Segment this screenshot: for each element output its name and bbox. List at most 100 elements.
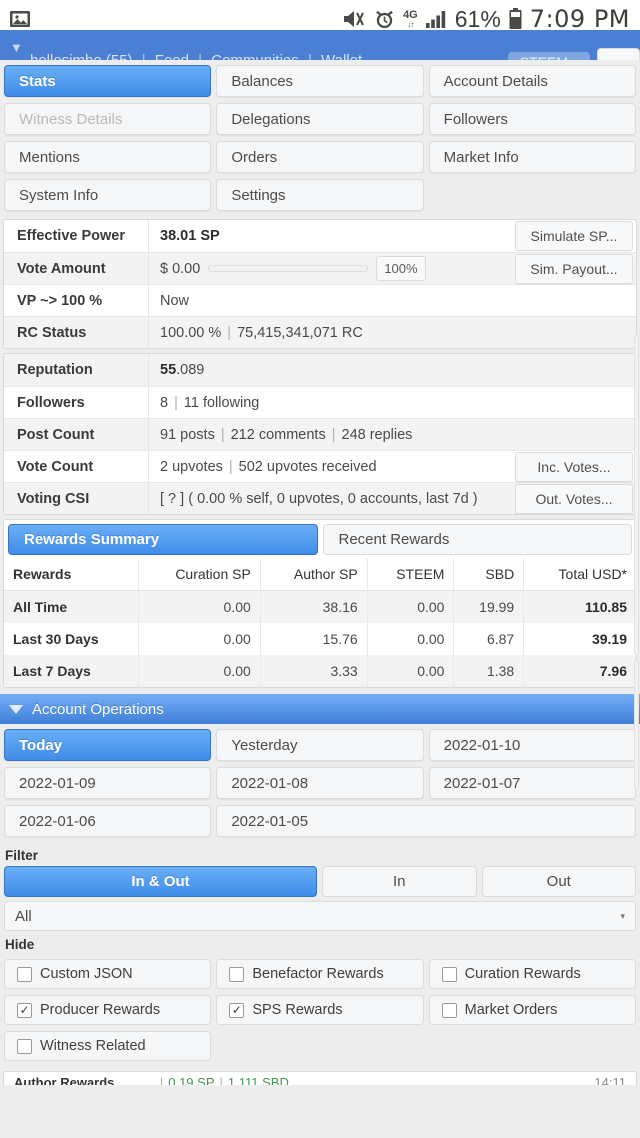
- stat-label: Effective Power: [4, 220, 149, 252]
- tab-account-details[interactable]: Account Details: [428, 65, 636, 97]
- checkbox-icon[interactable]: [441, 966, 457, 982]
- table-row: All Time 0.00 38.16 0.00 19.99 110.85: [4, 590, 636, 623]
- stat-label: Followers: [4, 387, 149, 418]
- account-section-tabs: Stats Balances Account Details Witness D…: [0, 60, 640, 215]
- tab-balances[interactable]: Balances: [216, 65, 424, 97]
- navbar-separator-1: |: [137, 52, 151, 60]
- account-operations-header[interactable]: Account Operations: [0, 694, 640, 724]
- simulate-sp-button[interactable]: Simulate SP...: [515, 221, 633, 251]
- navbar-link-feed[interactable]: Feed: [155, 52, 189, 60]
- cell-curation-sp: 0.00: [137, 590, 261, 623]
- vertical-scrollbar-upper[interactable]: [634, 335, 639, 655]
- operation-row[interactable]: Author Rewards ... | 0.19 SP | 1.111 SBD…: [4, 1075, 636, 1085]
- status-bar-indicators: 4G ↓↑ 61% 7:09 PM: [342, 5, 630, 33]
- operation-timestamp: 14:11: [594, 1075, 626, 1085]
- col-header-steem: STEEM: [366, 558, 454, 591]
- stat-value: $ 0.00 100%: [149, 253, 515, 284]
- chevron-down-icon[interactable]: ▼: [10, 41, 23, 54]
- stat-label: Vote Count: [4, 451, 149, 482]
- checkbox-checked-icon[interactable]: ✓: [17, 1002, 32, 1018]
- outgoing-votes-button[interactable]: Out. Votes...: [515, 483, 633, 514]
- cell-sbd: 1.38: [453, 655, 524, 687]
- checkbox-sps-rewards[interactable]: ✓ SPS Rewards: [216, 995, 424, 1025]
- power-stats-card: Effective Power 38.01 SP Simulate SP... …: [3, 219, 637, 349]
- hide-label: Hide: [5, 937, 35, 952]
- operations-date-tabs: Today Yesterday 2022-01-10 2022-01-09 20…: [0, 724, 640, 842]
- date-tab-2022-01-09[interactable]: 2022-01-09: [4, 767, 212, 799]
- tab-mentions[interactable]: Mentions: [4, 141, 212, 173]
- currency-label: STEEM: [520, 54, 568, 60]
- incoming-votes-button[interactable]: Inc. Votes...: [515, 451, 633, 482]
- col-header-curation-sp: Curation SP: [137, 558, 261, 591]
- date-tab-2022-01-05[interactable]: 2022-01-05: [216, 805, 636, 837]
- cell-sbd: 19.99: [453, 590, 524, 623]
- tab-rewards-summary[interactable]: Rewards Summary: [8, 524, 318, 555]
- vote-weight-slider[interactable]: 100%: [200, 256, 515, 281]
- row-label: Last 7 Days: [4, 655, 139, 687]
- posts-count: 91 posts: [160, 426, 215, 443]
- sim-payout-button[interactable]: Sim. Payout...: [515, 253, 633, 284]
- stat-label: Reputation: [4, 354, 149, 386]
- filter-label: Filter: [5, 848, 39, 863]
- navbar-account-link[interactable]: hellosimbo (55): [30, 52, 133, 60]
- checkbox-label: Witness Related: [40, 1038, 146, 1054]
- filter-in-and-out[interactable]: In & Out: [4, 866, 317, 897]
- hide-options-grid: Custom JSON Benefactor Rewards Curation …: [0, 955, 640, 1067]
- checkbox-producer-rewards[interactable]: ✓ Producer Rewards: [4, 995, 212, 1025]
- tab-placeholder: [429, 179, 636, 211]
- checkbox-benefactor-rewards[interactable]: Benefactor Rewards: [216, 959, 424, 989]
- checkbox-witness-related[interactable]: Witness Related: [4, 1031, 212, 1061]
- stat-label: RC Status: [4, 317, 149, 348]
- page-content: Stats Balances Account Details Witness D…: [0, 60, 640, 1138]
- tab-settings[interactable]: Settings: [216, 179, 424, 211]
- navbar-link-communities[interactable]: Communities: [211, 52, 299, 60]
- checkbox-icon[interactable]: [229, 966, 245, 982]
- tab-followers[interactable]: Followers: [428, 103, 636, 135]
- tab-system-info[interactable]: System Info: [4, 179, 212, 211]
- checkbox-market-orders[interactable]: Market Orders: [428, 995, 636, 1025]
- checkbox-icon[interactable]: [17, 966, 32, 982]
- tab-orders[interactable]: Orders: [216, 141, 424, 173]
- stat-row-effective-power: Effective Power 38.01 SP Simulate SP...: [4, 220, 636, 252]
- operation-type-select[interactable]: All ▾: [4, 901, 636, 931]
- app-navbar: ▼ hellosimbo (55) | Feed | Communities |…: [0, 30, 640, 60]
- filter-in[interactable]: In: [322, 866, 477, 897]
- checkbox-placeholder-1: [216, 1031, 423, 1061]
- tab-recent-rewards[interactable]: Recent Rewards: [322, 524, 632, 555]
- checkbox-label: Curation Rewards: [464, 966, 581, 982]
- comments-count: 212 comments: [230, 426, 326, 443]
- date-tab-yesterday[interactable]: Yesterday: [216, 729, 424, 761]
- tab-witness-details: Witness Details: [4, 103, 212, 135]
- navbar-separator-2: |: [193, 52, 207, 60]
- date-tab-2022-01-07[interactable]: 2022-01-07: [428, 767, 636, 799]
- date-tab-today[interactable]: Today: [4, 729, 212, 761]
- checkbox-checked-icon[interactable]: ✓: [229, 1002, 245, 1018]
- vertical-scrollbar-lower[interactable]: [634, 660, 639, 790]
- currency-selector[interactable]: STEEM ▾: [507, 52, 591, 60]
- date-tab-2022-01-10[interactable]: 2022-01-10: [428, 729, 636, 761]
- tab-market-info[interactable]: Market Info: [428, 141, 636, 173]
- slider-track[interactable]: [208, 265, 369, 272]
- cell-total-usd: 110.85: [523, 590, 636, 623]
- overflow-menu-button[interactable]: ...: [597, 48, 640, 60]
- filter-out[interactable]: Out: [481, 866, 636, 897]
- tab-delegations[interactable]: Delegations: [216, 103, 424, 135]
- checkbox-custom-json[interactable]: Custom JSON: [4, 959, 212, 989]
- date-tab-2022-01-06[interactable]: 2022-01-06: [4, 805, 212, 837]
- navbar-link-wallet[interactable]: Wallet: [321, 52, 362, 60]
- tab-stats[interactable]: Stats: [4, 65, 212, 97]
- checkbox-icon[interactable]: [441, 1002, 457, 1018]
- stat-value: 2 upvotes | 502 upvotes received: [149, 451, 515, 482]
- col-header-total-usd: Total USD*: [523, 558, 636, 591]
- date-tab-2022-01-08[interactable]: 2022-01-08: [216, 767, 424, 799]
- checkbox-icon[interactable]: [17, 1038, 32, 1054]
- image-icon: [8, 7, 32, 31]
- checkbox-curation-rewards[interactable]: Curation Rewards: [428, 959, 636, 989]
- checkbox-label: SPS Rewards: [252, 1002, 343, 1018]
- chevron-down-icon: ▾: [620, 910, 625, 921]
- cell-total-usd: 7.96: [523, 655, 636, 687]
- cell-steem: 0.00: [366, 623, 454, 655]
- operation-link[interactable]: ...: [144, 1075, 155, 1085]
- direction-filter-segments: In & Out In Out: [0, 866, 640, 897]
- value-separator: |: [219, 1075, 223, 1085]
